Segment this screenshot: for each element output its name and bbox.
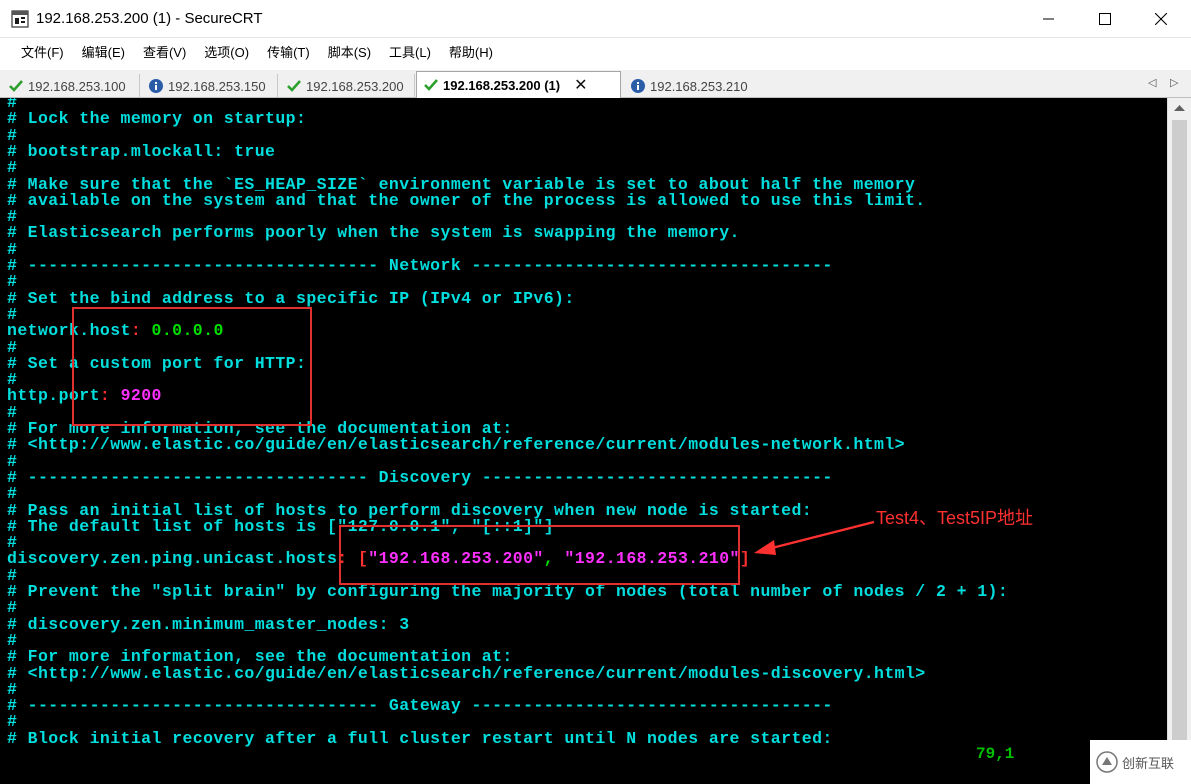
tab-label: 192.168.253.150 <box>168 78 266 94</box>
tab-192-168-253-200-1[interactable]: 192.168.253.200 (1) ✕ <box>416 71 621 98</box>
check-icon <box>287 80 301 92</box>
terminal-line: # <http://www.elastic.co/guide/en/elasti… <box>7 663 926 683</box>
highlight-box-hosts <box>339 525 740 585</box>
terminal-line: # Set the bind address to a specific IP … <box>7 288 575 308</box>
tab-close-icon[interactable]: ✕ <box>574 75 587 95</box>
terminal-line: # ---------------------------------- Gat… <box>7 696 833 716</box>
terminal-line: # Make sure that the `ES_HEAP_SIZE` envi… <box>7 174 916 194</box>
menu-bar: 文件(F) 编辑(E) 查看(V) 选项(O) 传输(T) 脚本(S) 工具(L… <box>0 38 1191 68</box>
terminal-line: # <box>7 272 18 292</box>
window-title: 192.168.253.200 (1) - SecureCRT <box>36 10 263 27</box>
maximize-button[interactable] <box>1077 0 1133 38</box>
maximize-icon <box>1099 13 1111 25</box>
terminal-screen[interactable]: # # Lock the memory on startup: # # bootstr… <box>0 98 1167 784</box>
tab-192-168-253-200[interactable]: 192.168.253.200 <box>280 74 415 98</box>
tab-scroll-left-icon[interactable]: ◁ <box>1148 76 1156 89</box>
session-tab-bar: 192.168.253.100 192.168.253.150 192.168.… <box>0 70 1191 98</box>
menu-edit[interactable]: 编辑(E) <box>73 41 134 65</box>
tab-192-168-253-210[interactable]: 192.168.253.210 <box>624 74 760 98</box>
terminal-line: # Block initial recovery after a full cl… <box>7 728 833 748</box>
terminal-line: # <http://www.elastic.co/guide/en/elasti… <box>7 435 905 455</box>
minimize-button[interactable] <box>1021 0 1077 38</box>
terminal-line: # <box>7 484 18 504</box>
info-icon <box>149 79 163 93</box>
tab-192-168-253-100[interactable]: 192.168.253.100 <box>2 74 140 98</box>
menu-script[interactable]: 脚本(S) <box>319 41 380 65</box>
config-key: discovery.zen.ping.unicast.hosts <box>7 549 338 569</box>
tab-scroll-right-icon[interactable]: ▷ <box>1170 76 1178 89</box>
terminal-line: # Elasticsearch performs poorly when the… <box>7 223 740 243</box>
watermark-text: 创新互联 <box>1122 755 1175 771</box>
close-window-button[interactable] <box>1133 0 1189 38</box>
watermark-logo-icon <box>1096 751 1118 773</box>
cursor-position: 79,1 <box>976 745 1015 763</box>
menu-view[interactable]: 查看(V) <box>134 41 195 65</box>
menu-transfer[interactable]: 传输(T) <box>258 41 319 65</box>
info-icon <box>631 79 645 93</box>
securecrt-app-icon[interactable] <box>11 10 29 28</box>
terminal-line: # Prevent the "split brain" by configuri… <box>7 582 1009 601</box>
menu-tools[interactable]: 工具(L) <box>380 41 440 65</box>
terminal-line: # discovery.zen.minimum_master_nodes: 3 <box>7 614 410 634</box>
annotation-arrow-icon <box>754 520 875 555</box>
vertical-scrollbar[interactable] <box>1167 98 1191 784</box>
title-bar: 192.168.253.200 (1) - SecureCRT <box>0 0 1191 38</box>
menu-file[interactable]: 文件(F) <box>12 41 73 65</box>
tab-label: 192.168.253.200 (1) <box>443 77 561 93</box>
tab-label: 192.168.253.210 <box>650 78 748 94</box>
minimize-icon <box>1043 18 1054 20</box>
terminal-line: # <box>7 337 18 357</box>
annotation-label: Test4、Test5IP地址 <box>876 508 1034 528</box>
terminal-line: # For more information, see the document… <box>7 647 513 667</box>
tab-192-168-253-150[interactable]: 192.168.253.150 <box>142 74 278 98</box>
terminal-line: # --------------------------------- Disc… <box>7 467 833 487</box>
menu-options[interactable]: 选项(O) <box>195 41 258 65</box>
tab-label: 192.168.253.200 <box>306 78 404 94</box>
scrollbar-thumb[interactable] <box>1172 120 1187 740</box>
highlight-box-network <box>72 307 312 426</box>
terminal-line: # Lock the memory on startup: <box>7 109 307 129</box>
terminal-line: # <box>7 598 18 618</box>
check-icon <box>9 80 23 92</box>
terminal-line: # bootstrap.mlockall: true <box>7 141 276 161</box>
watermark: 创新互联 <box>1090 740 1191 784</box>
terminal-line: # ---------------------------------- Net… <box>7 256 833 275</box>
terminal-line: # Pass an initial list of hosts to perfo… <box>7 500 813 520</box>
terminal-line: # <box>7 158 18 178</box>
terminal-line: # available on the system and that the o… <box>7 190 926 210</box>
menu-help[interactable]: 帮助(H) <box>440 41 502 65</box>
check-icon <box>424 79 438 91</box>
tab-label: 192.168.253.100 <box>28 78 126 94</box>
close-icon <box>1155 13 1167 25</box>
terminal-line: # <box>7 712 18 732</box>
scroll-up-icon[interactable] <box>1174 104 1185 112</box>
